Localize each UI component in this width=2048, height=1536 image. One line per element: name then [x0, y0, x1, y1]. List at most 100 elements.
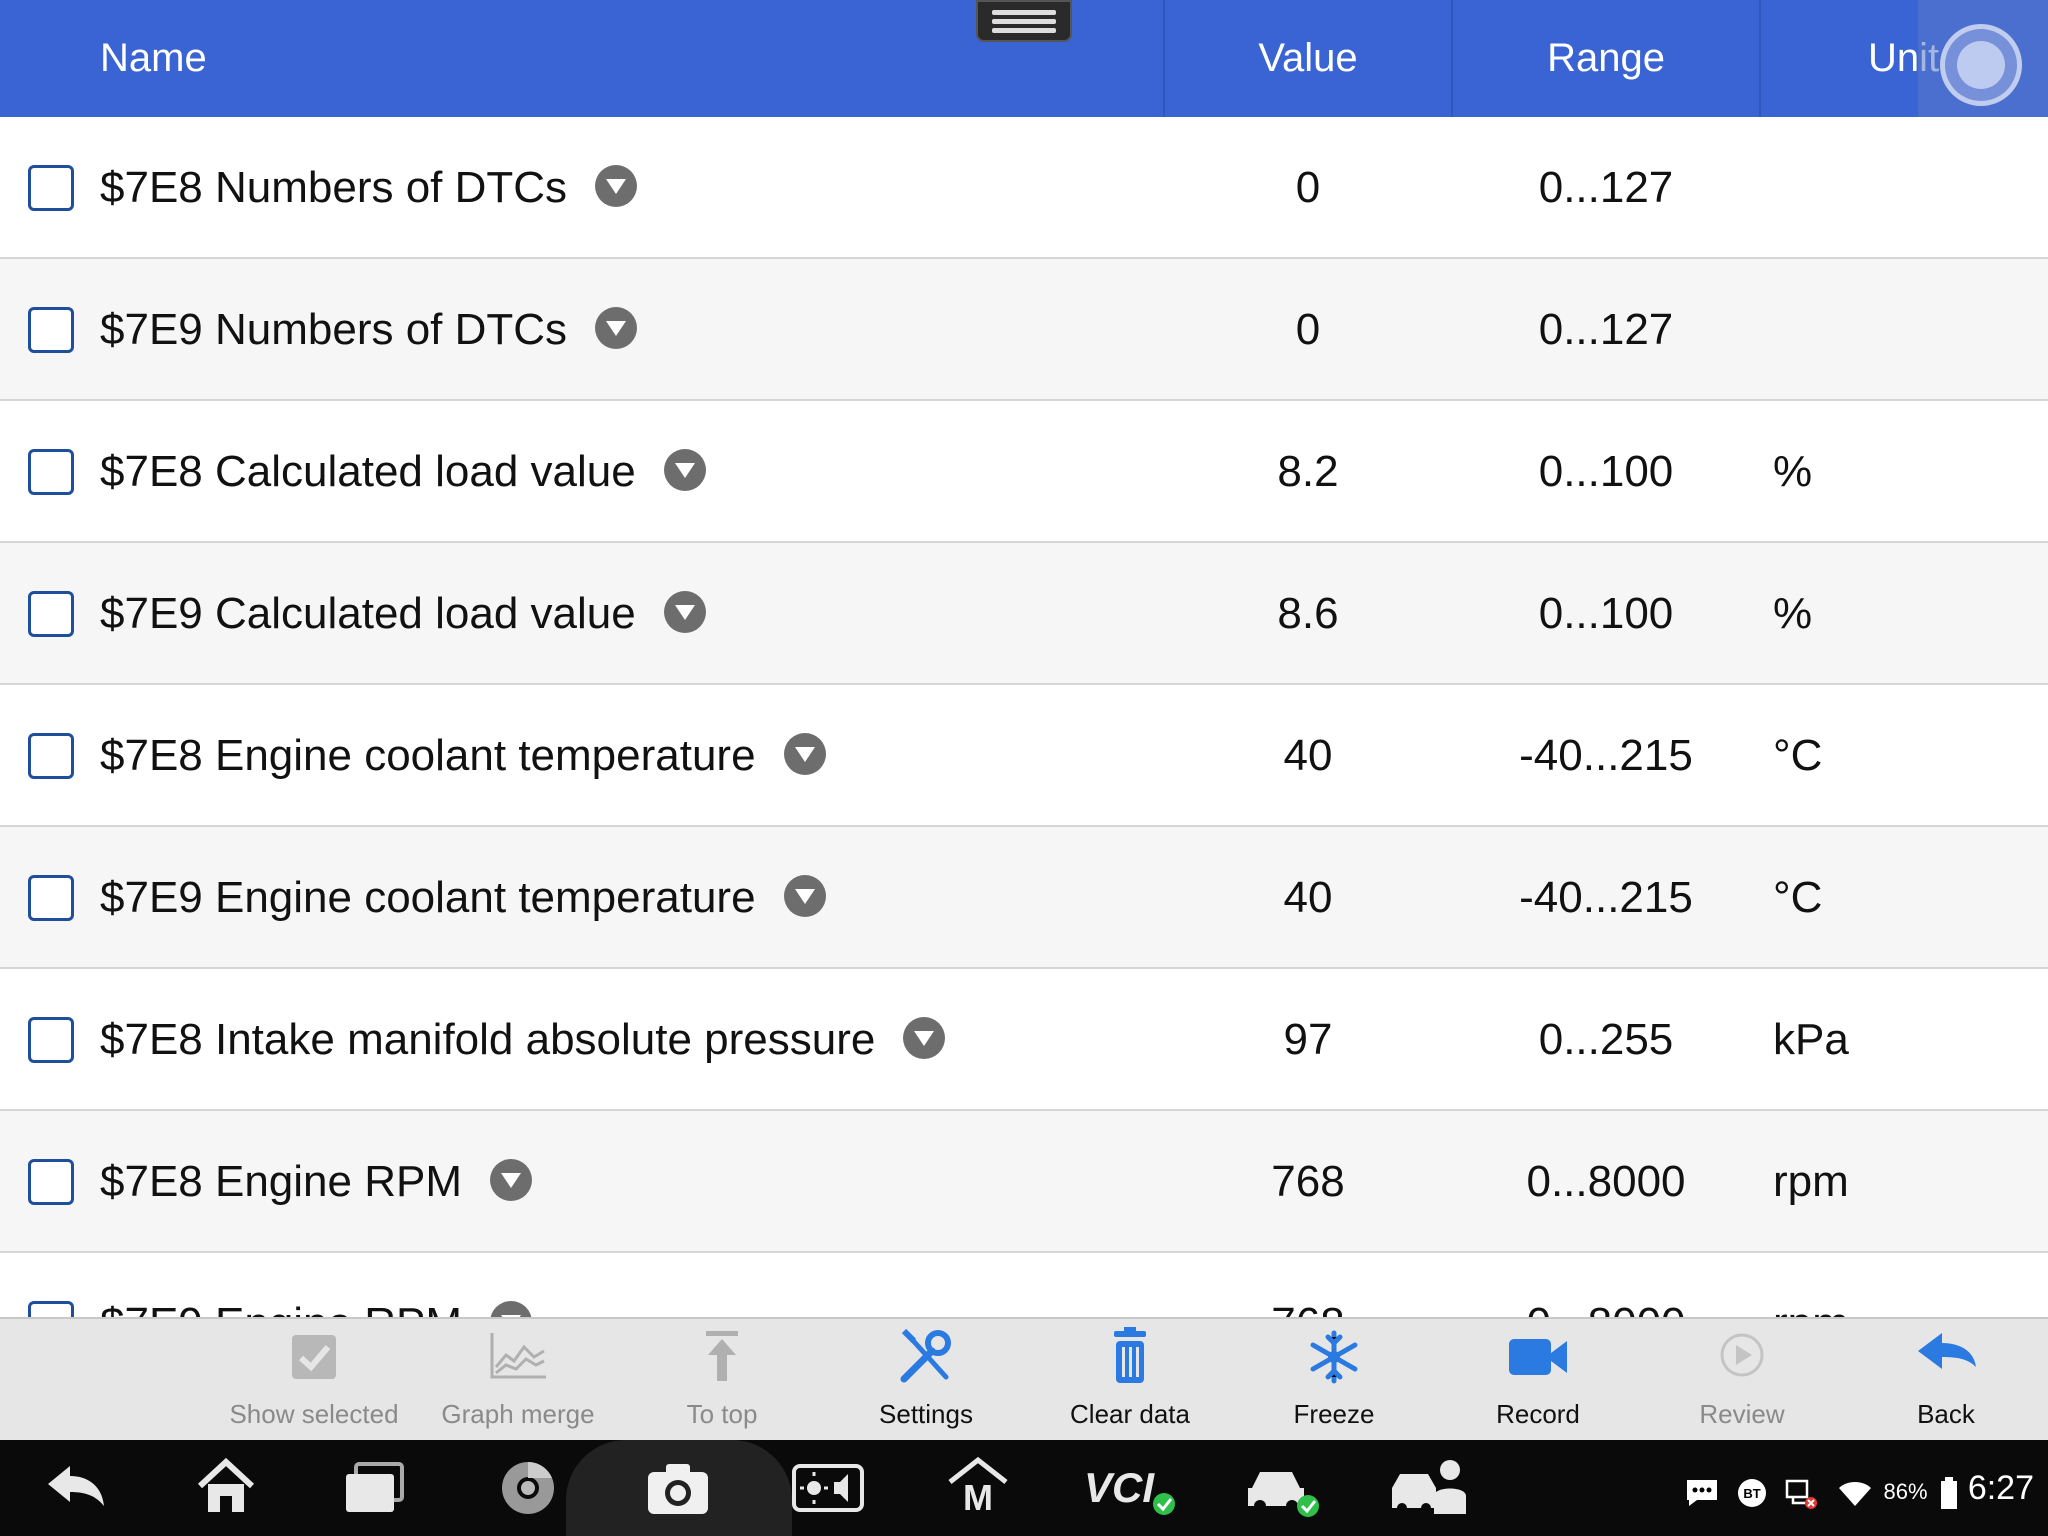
wifi-icon [1839, 1482, 1872, 1507]
chat-notification-icon [1687, 1480, 1718, 1507]
parameter-range: 0...100 [1538, 447, 1674, 496]
parameter-name: $7E9 Numbers of DTCs [100, 305, 568, 354]
battery-percent: 86% [1883, 1479, 1928, 1504]
parameter-name: $7E8 Intake manifold absolute pressure [100, 1015, 876, 1064]
parameter-range: 0...8000 [1526, 1157, 1686, 1206]
remote-service-icon[interactable] [1388, 1456, 1472, 1516]
review-button[interactable]: Review [1640, 1319, 1844, 1442]
tools-icon [900, 1328, 951, 1383]
checkbox-icon [292, 1335, 336, 1379]
dropdown-icon[interactable] [783, 875, 826, 918]
parameter-unit: % [1773, 589, 1813, 638]
battery-icon [1940, 1477, 1957, 1510]
svg-text:M: M [963, 1477, 993, 1516]
row-checkbox[interactable] [28, 1017, 74, 1063]
table-row[interactable]: $7E8 Calculated load value 8.2 0...100 % [0, 401, 2048, 543]
table-row[interactable]: $7E9 Calculated load value 8.6 0...100 % [0, 543, 2048, 685]
browser-icon[interactable] [496, 1458, 560, 1518]
table-row[interactable]: $7E8 Intake manifold absolute pressure 9… [0, 969, 2048, 1111]
trash-icon [1114, 1327, 1146, 1383]
parameter-value: 97 [1283, 1015, 1333, 1064]
parameter-value: 768 [1271, 1157, 1345, 1206]
dropdown-icon[interactable] [595, 165, 638, 208]
parameter-range: -40...215 [1519, 731, 1693, 780]
header-divider [1759, 0, 1761, 117]
show-selected-button[interactable]: Show selected [212, 1319, 416, 1442]
header-divider [1451, 0, 1453, 117]
row-checkbox[interactable] [28, 1159, 74, 1205]
header-name[interactable]: Name [100, 0, 207, 117]
live-data-screen: Name Value Range Unit $7E8 Numbers of DT… [0, 0, 2048, 1536]
parameter-range: 0...127 [1538, 163, 1674, 212]
parameter-name: $7E9 Engine coolant temperature [100, 873, 756, 922]
parameter-value: 0 [1295, 305, 1321, 354]
row-checkbox[interactable] [28, 591, 74, 637]
graph-icon [490, 1333, 546, 1379]
record-button[interactable]: Record [1436, 1319, 1640, 1442]
brightness-volume-icon[interactable] [792, 1458, 864, 1518]
parameter-value: 8.6 [1277, 589, 1339, 638]
camera-icon[interactable] [646, 1458, 710, 1518]
vehicle-connected-icon[interactable] [1246, 1458, 1326, 1518]
row-checkbox[interactable] [28, 733, 74, 779]
video-camera-icon [1509, 1339, 1567, 1375]
svg-text:VCI: VCI [1084, 1464, 1155, 1511]
dropdown-icon[interactable] [783, 733, 826, 776]
parameter-value: 40 [1283, 873, 1333, 922]
bottom-toolbar: Show selected Graph merge To top Setting… [0, 1317, 2048, 1440]
to-top-button[interactable]: To top [620, 1319, 824, 1442]
header-value[interactable]: Value [1164, 0, 1452, 117]
clock: 6:27 [1967, 1469, 2034, 1507]
row-checkbox[interactable] [28, 307, 74, 353]
graph-merge-button[interactable]: Graph merge [416, 1319, 620, 1442]
dropdown-icon[interactable] [663, 449, 706, 492]
parameter-unit: °C [1773, 873, 1823, 922]
parameter-unit: rpm [1773, 1157, 1849, 1206]
assistive-touch-button[interactable] [1918, 0, 2048, 128]
table-row[interactable]: $7E8 Engine RPM 768 0...8000 rpm [0, 1111, 2048, 1253]
drag-handle-icon[interactable] [976, 0, 1072, 42]
dropdown-icon[interactable] [663, 591, 706, 634]
parameter-range: -40...215 [1519, 873, 1693, 922]
parameter-unit: °C [1773, 731, 1823, 780]
nav-back-icon[interactable] [44, 1458, 108, 1518]
parameter-value: 0 [1295, 163, 1321, 212]
bluetooth-badge-icon: BT [1738, 1479, 1767, 1508]
back-button[interactable]: Back [1844, 1319, 2048, 1442]
arrow-up-icon [706, 1331, 738, 1381]
row-checkbox[interactable] [28, 875, 74, 921]
network-error-icon [1786, 1479, 1818, 1510]
data-table: $7E8 Numbers of DTCs 0 0...127 $7E9 Numb… [0, 117, 2048, 1395]
dropdown-icon[interactable] [595, 307, 638, 350]
play-circle-icon [1720, 1333, 1764, 1377]
row-checkbox[interactable] [28, 165, 74, 211]
status-area: BT 86% 6:27 [1685, 1440, 2034, 1536]
vci-icon[interactable]: VCI [1084, 1458, 1180, 1518]
freeze-button[interactable]: Freeze [1232, 1319, 1436, 1442]
table-row[interactable]: $7E8 Numbers of DTCs 0 0...127 [0, 117, 2048, 259]
parameter-name: $7E8 Numbers of DTCs [100, 163, 568, 212]
parameter-unit: % [1773, 447, 1813, 496]
recent-apps-icon[interactable] [342, 1458, 406, 1518]
home-icon[interactable] [194, 1456, 258, 1516]
dropdown-icon[interactable] [903, 1017, 946, 1060]
parameter-range: 0...100 [1538, 589, 1674, 638]
maxifix-icon[interactable]: M [946, 1456, 1010, 1516]
parameter-name: $7E8 Engine RPM [100, 1157, 462, 1206]
snowflake-icon [1310, 1330, 1358, 1384]
parameter-range: 0...127 [1538, 305, 1674, 354]
clear-data-button[interactable]: Clear data [1028, 1319, 1232, 1442]
parameter-name: $7E8 Engine coolant temperature [100, 731, 756, 780]
settings-button[interactable]: Settings [824, 1319, 1028, 1442]
table-row[interactable]: $7E8 Engine coolant temperature 40 -40..… [0, 685, 2048, 827]
row-checkbox[interactable] [28, 449, 74, 495]
parameter-range: 0...255 [1538, 1015, 1674, 1064]
parameter-name: $7E8 Calculated load value [100, 447, 636, 496]
header-divider [1163, 0, 1165, 117]
header-range[interactable]: Range [1452, 0, 1760, 117]
parameter-value: 8.2 [1277, 447, 1339, 496]
back-arrow-icon [1918, 1333, 1976, 1369]
dropdown-icon[interactable] [490, 1159, 532, 1202]
table-row[interactable]: $7E9 Numbers of DTCs 0 0...127 [0, 259, 2048, 401]
table-row[interactable]: $7E9 Engine coolant temperature 40 -40..… [0, 827, 2048, 969]
